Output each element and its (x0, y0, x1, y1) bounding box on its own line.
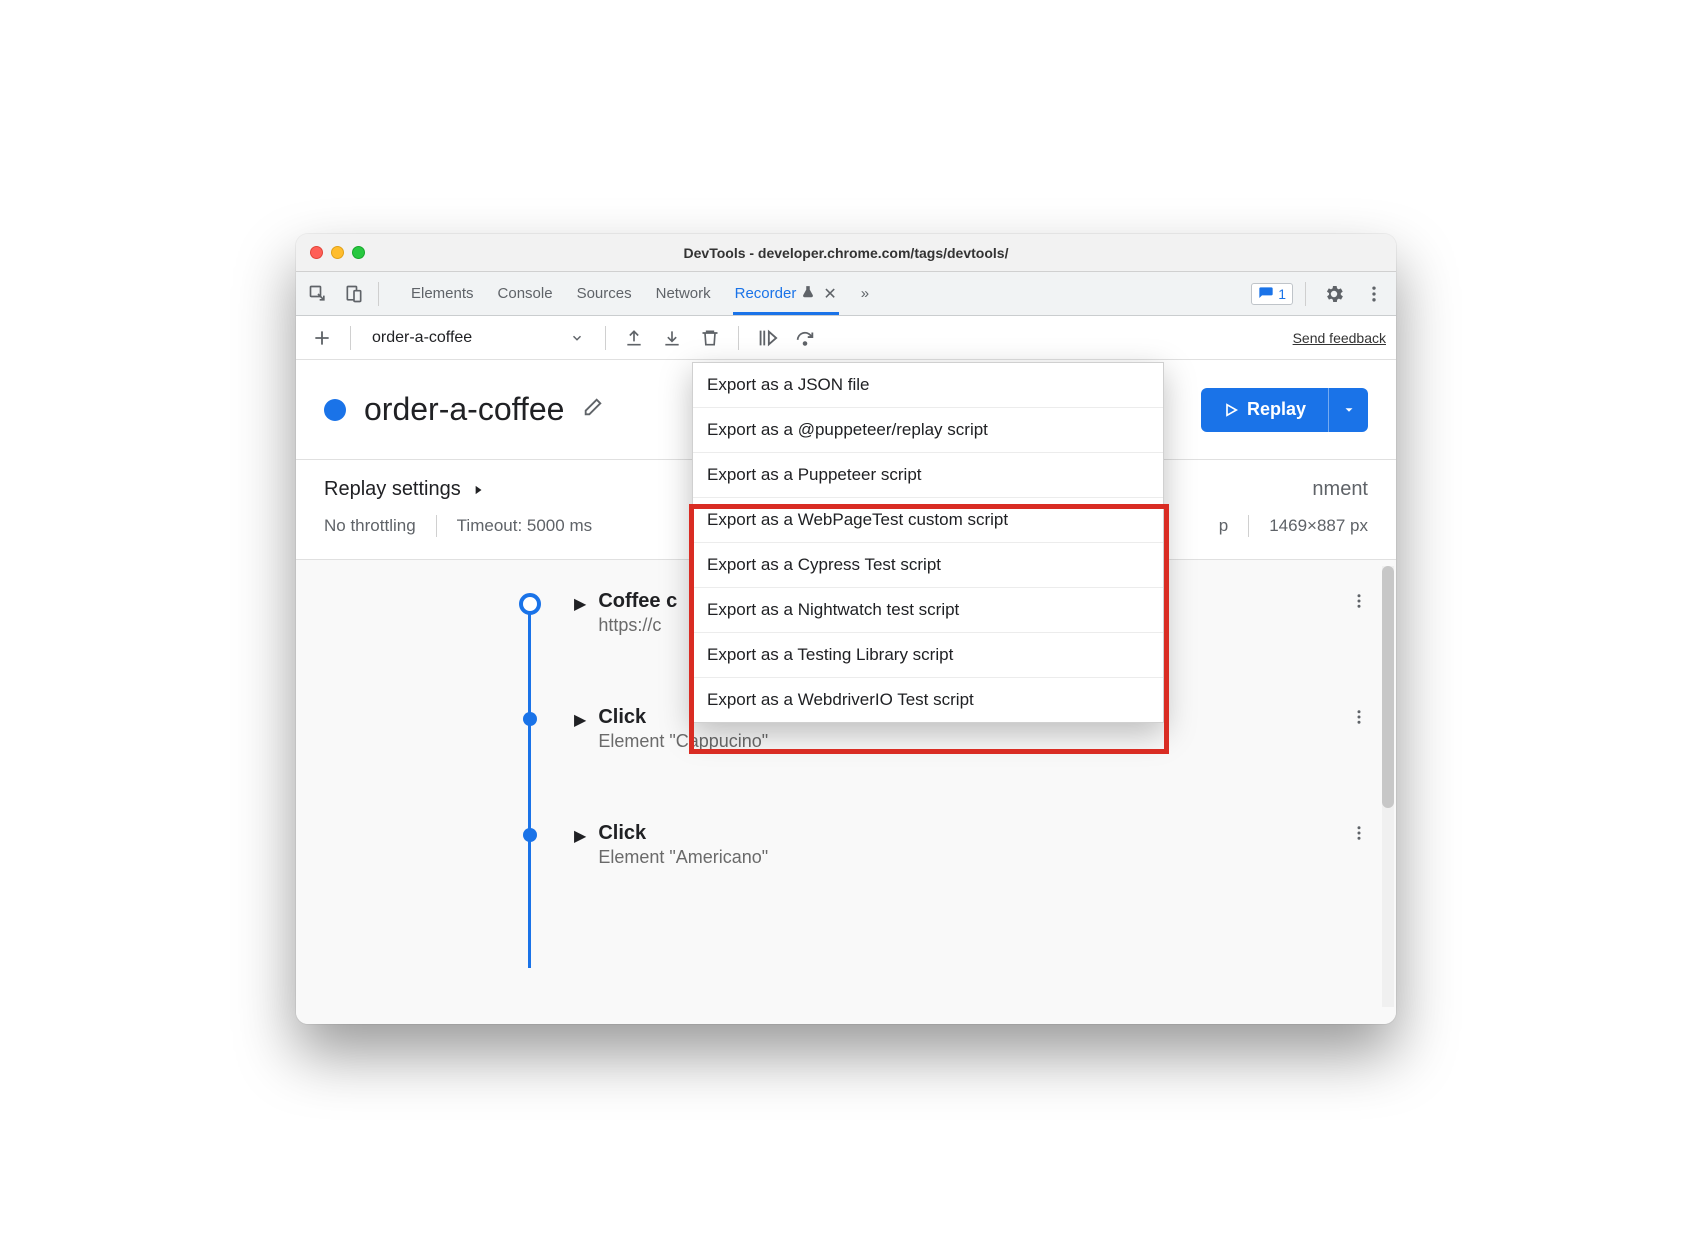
kebab-menu-icon[interactable] (1358, 278, 1390, 310)
performance-panel-replay-button[interactable] (751, 322, 783, 354)
export-item-testing-library[interactable]: Export as a Testing Library script (693, 633, 1163, 678)
divider (378, 282, 379, 306)
throttling-value[interactable]: No throttling (324, 516, 416, 536)
step-subtitle: Element "Cappucino" (598, 731, 768, 752)
step-over-button[interactable] (789, 322, 821, 354)
inspect-element-icon[interactable] (302, 278, 334, 310)
issues-count: 1 (1278, 286, 1286, 302)
scrollbar[interactable] (1382, 566, 1394, 1007)
environment-title-partial: nment (1312, 478, 1368, 501)
step-title: Click (598, 822, 768, 845)
recording-title: order-a-coffee (364, 391, 564, 428)
titlebar: DevTools - developer.chrome.com/tags/dev… (296, 234, 1396, 272)
divider (350, 326, 351, 350)
step-menu-button[interactable] (1350, 590, 1368, 616)
tab-console[interactable]: Console (496, 272, 555, 315)
tab-recorder-label: Recorder (735, 285, 797, 302)
step-subtitle: Element "Americano" (598, 847, 768, 868)
replay-options-button[interactable] (1328, 388, 1368, 432)
export-item-json[interactable]: Export as a JSON file (693, 363, 1163, 408)
expand-step-icon[interactable]: ▶ (574, 594, 586, 614)
replay-settings-title: Replay settings (324, 478, 461, 501)
chevron-right-icon[interactable] (471, 483, 485, 497)
replay-button[interactable]: Replay (1201, 388, 1328, 432)
export-button[interactable] (618, 322, 650, 354)
export-item-webdriverio[interactable]: Export as a WebdriverIO Test script (693, 678, 1163, 722)
divider (1305, 282, 1306, 306)
step-row[interactable]: ▶ Click Element "Americano" (514, 822, 1368, 868)
recording-selector[interactable]: order-a-coffee (363, 322, 593, 354)
devtools-window: DevTools - developer.chrome.com/tags/dev… (296, 234, 1396, 1024)
scroll-thumb[interactable] (1382, 566, 1394, 808)
close-tab-button[interactable]: ✕ (823, 284, 836, 304)
send-feedback-link[interactable]: Send feedback (1293, 330, 1386, 346)
caret-down-icon (1342, 403, 1356, 417)
play-icon (1223, 402, 1239, 418)
divider (738, 326, 739, 350)
divider (436, 515, 437, 537)
export-item-cypress[interactable]: Export as a Cypress Test script (693, 543, 1163, 588)
export-item-puppeteer-replay[interactable]: Export as a @puppeteer/replay script (693, 408, 1163, 453)
device-toolbar-icon[interactable] (338, 278, 370, 310)
tab-elements[interactable]: Elements (409, 272, 476, 315)
step-title: Coffee c (598, 590, 677, 613)
timeline-node (523, 712, 537, 726)
experiment-icon (801, 285, 815, 303)
step-menu-button[interactable] (1350, 822, 1368, 848)
timeout-value[interactable]: Timeout: 5000 ms (457, 516, 592, 536)
window-title: DevTools - developer.chrome.com/tags/dev… (296, 245, 1396, 261)
delete-button[interactable] (694, 322, 726, 354)
divider (1248, 515, 1249, 537)
recording-selector-value: order-a-coffee (372, 329, 472, 347)
replay-button-label: Replay (1247, 399, 1306, 420)
settings-icon[interactable] (1318, 278, 1350, 310)
export-item-webpagetest[interactable]: Export as a WebPageTest custom script (693, 498, 1163, 543)
timeline-node (523, 828, 537, 842)
tab-sources[interactable]: Sources (575, 272, 634, 315)
devtools-tabstrip: Elements Console Sources Network Recorde… (296, 272, 1396, 316)
issues-badge[interactable]: 1 (1251, 283, 1293, 305)
new-recording-button[interactable] (306, 322, 338, 354)
more-tabs-button[interactable]: » (859, 272, 871, 315)
divider (605, 326, 606, 350)
device-partial: p (1219, 516, 1228, 536)
chevron-down-icon (570, 331, 584, 345)
recorder-toolbar: order-a-coffee Send feedback (296, 316, 1396, 360)
step-subtitle: https://c (598, 615, 677, 636)
import-button[interactable] (656, 322, 688, 354)
expand-step-icon[interactable]: ▶ (574, 710, 586, 730)
timeline-rail (528, 606, 531, 968)
export-menu: Export as a JSON file Export as a @puppe… (692, 362, 1164, 723)
export-item-nightwatch[interactable]: Export as a Nightwatch test script (693, 588, 1163, 633)
edit-title-icon[interactable] (582, 396, 604, 423)
expand-step-icon[interactable]: ▶ (574, 826, 586, 846)
export-item-puppeteer[interactable]: Export as a Puppeteer script (693, 453, 1163, 498)
tab-recorder[interactable]: Recorder ✕ (733, 272, 839, 315)
viewport-value[interactable]: 1469×887 px (1269, 516, 1368, 536)
tab-network[interactable]: Network (654, 272, 713, 315)
step-menu-button[interactable] (1350, 706, 1368, 732)
recording-status-dot (324, 399, 346, 421)
